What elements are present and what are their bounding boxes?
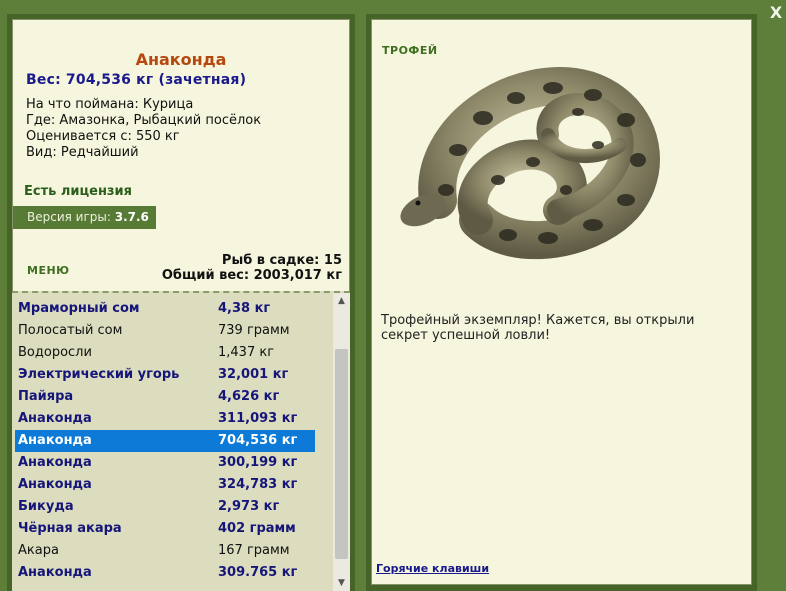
fish-list-row[interactable]: Чёрная акара 402 грамм xyxy=(15,518,315,540)
keep-stats: Рыб в садке: 15 Общий вес: 2003,017 кг xyxy=(162,253,342,283)
fish-list-row[interactable]: Анаконда 311,093 кг xyxy=(15,408,315,430)
fish-list-weight: 311,093 кг xyxy=(218,411,298,426)
fish-list-weight: 402 грамм xyxy=(218,521,296,536)
fish-list-row[interactable]: Анаконда 324,783 кг xyxy=(15,474,315,496)
fish-list-name: Мраморный сом xyxy=(18,301,140,316)
fish-list-row[interactable]: Водоросли 1,437 кг xyxy=(15,342,315,364)
fish-list-weight: 1,437 кг xyxy=(218,345,275,360)
fish-list-name: Водоросли xyxy=(18,345,92,360)
fish-list-row[interactable]: Акара 167 грамм xyxy=(15,540,315,562)
menu-button[interactable]: МЕНЮ xyxy=(27,264,70,277)
fish-list-weight: 2,973 кг xyxy=(218,499,280,514)
fish-list-row[interactable]: Анаконда 300,199 кг xyxy=(15,452,315,474)
caught-where: Где: Амазонка, Рыбацкий посёлок xyxy=(26,113,262,128)
fish-list-row[interactable]: Анаконда 309.765 кг xyxy=(15,562,315,584)
fish-list-weight: 4,626 кг xyxy=(218,389,280,404)
keep-count: Рыб в садке: 15 xyxy=(221,253,342,268)
fish-list-weight: 167 грамм xyxy=(218,543,290,558)
license-status: Есть лицензия xyxy=(24,184,132,199)
fish-list-row[interactable]: Мраморный сом 4,38 кг xyxy=(15,298,315,320)
fish-list-row[interactable]: Электрический угорь 32,001 кг xyxy=(15,364,315,386)
fish-list-row[interactable]: Бикуда 2,973 кг xyxy=(15,496,315,518)
game-version: Версия игры: 3.7.6 xyxy=(13,206,156,229)
fish-list-name: Чёрная акара xyxy=(18,521,122,536)
fish-list-row[interactable]: Полосатый сом 739 грамм xyxy=(15,320,315,342)
fish-list-row[interactable]: Анаконда 704,536 кг xyxy=(15,430,315,452)
fish-name: Анаконда xyxy=(135,50,227,69)
trophy-description: Трофейный экземпляр! Кажется, вы открыли… xyxy=(381,313,695,343)
fish-list-name: Анаконда xyxy=(18,455,92,470)
hotkeys-link[interactable]: Горячие клавиши xyxy=(376,562,489,575)
caught-on: На что поймана: Курица xyxy=(26,97,194,112)
fish-list-name: Анаконда xyxy=(18,477,92,492)
trophy-card: ТРОФЕЙ Трофейный экземпляр! Кажется, вы … xyxy=(371,19,752,585)
fish-list-name: Анаконда xyxy=(18,565,92,580)
close-icon[interactable]: X xyxy=(768,4,784,22)
fish-list-weight: 309.765 кг xyxy=(218,565,298,580)
right-panel: ТРОФЕЙ Трофейный экземпляр! Кажется, вы … xyxy=(366,14,757,591)
fish-weight: Вес: 704,536 кг (зачетная) xyxy=(26,72,247,88)
anaconda-image xyxy=(400,67,660,260)
fish-list-name: Анаконда xyxy=(18,411,92,426)
fish-list[interactable]: Мраморный сом 4,38 кг Полосатый сом 739 гра… xyxy=(12,291,350,591)
fish-list-weight: 704,536 кг xyxy=(218,433,298,448)
fish-list-name: Электрический угорь xyxy=(18,367,180,382)
rarity: Вид: Редчайший xyxy=(26,145,139,160)
scrollbar[interactable]: ▲ ▼ xyxy=(333,293,350,591)
valued-from: Оценивается с: 550 кг xyxy=(26,129,180,144)
fish-detail-card: Анаконда Вес: 704,536 кг (зачетная) На ч… xyxy=(12,19,350,295)
scroll-down-icon[interactable]: ▼ xyxy=(333,575,350,591)
fish-list-name: Акара xyxy=(18,543,59,558)
fish-list-weight: 4,38 кг xyxy=(218,301,271,316)
fish-list-name: Пайяра xyxy=(18,389,74,404)
scroll-thumb[interactable] xyxy=(335,349,348,559)
version-value: 3.7.6 xyxy=(114,210,149,224)
scroll-up-icon[interactable]: ▲ xyxy=(333,293,350,309)
fish-list-name: Анаконда xyxy=(18,433,92,448)
keep-total-weight: Общий вес: 2003,017 кг xyxy=(161,268,342,283)
fish-list-name: Бикуда xyxy=(18,499,74,514)
left-panel: Анаконда Вес: 704,536 кг (зачетная) На ч… xyxy=(7,14,355,591)
fish-list-weight: 739 грамм xyxy=(218,323,290,338)
fish-list-weight: 324,783 кг xyxy=(218,477,298,492)
fish-list-row[interactable]: Пайяра 4,626 кг xyxy=(15,386,315,408)
fish-list-weight: 300,199 кг xyxy=(218,455,298,470)
fish-list-name: Полосатый сом xyxy=(18,323,123,338)
version-label: Версия игры: xyxy=(27,210,111,224)
fish-list-weight: 32,001 кг xyxy=(218,367,289,382)
